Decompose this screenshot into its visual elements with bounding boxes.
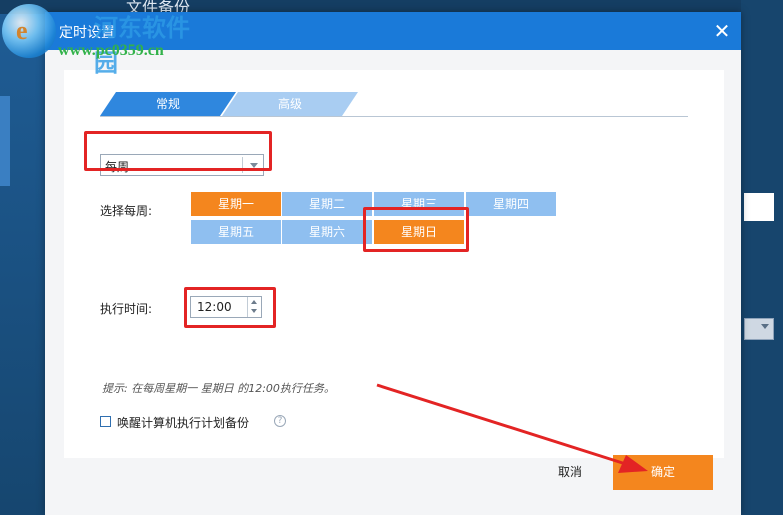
wake-computer-checkbox[interactable] [100, 416, 111, 427]
tab-general[interactable]: 常规 [100, 92, 236, 116]
background-input-box [744, 193, 774, 221]
close-icon[interactable]: ✕ [711, 20, 733, 42]
background-dropdown [744, 318, 774, 340]
help-icon[interactable]: ? [274, 415, 286, 427]
schedule-settings-dialog: 定时设置 ✕ 常规 高级 每周 选择每周: 星期一 星期二 星期三 星期四 星期… [45, 12, 741, 515]
frequency-select[interactable]: 每周 [100, 154, 264, 176]
time-label: 执行时间: [100, 302, 153, 316]
chevron-down-icon[interactable] [250, 163, 258, 168]
time-spinner [247, 297, 261, 317]
chevron-down-icon [761, 324, 769, 329]
wake-computer-label[interactable]: 唤醒计算机执行计划备份 [117, 414, 249, 431]
tab-underline [100, 116, 688, 117]
chevron-down-icon[interactable] [251, 309, 257, 313]
weekday-label: 选择每周: [100, 204, 153, 218]
dialog-content: 常规 高级 每周 选择每周: 星期一 星期二 星期三 星期四 星期五 星期六 星… [64, 70, 724, 458]
hint-text: 提示: 在每周星期一 星期日 的12:00执行任务。 [102, 382, 335, 395]
weekday-wednesday[interactable]: 星期三 [374, 192, 464, 216]
tab-bar: 常规 高级 [64, 70, 724, 117]
weekday-thursday[interactable]: 星期四 [466, 192, 556, 216]
cancel-button[interactable]: 取消 [558, 463, 588, 479]
weekday-tuesday[interactable]: 星期二 [282, 192, 372, 216]
time-stepper[interactable]: 12:00 [190, 296, 262, 318]
dialog-header: 定时设置 ✕ [45, 12, 741, 50]
dialog-title: 定时设置 [59, 25, 115, 41]
weekday-monday[interactable]: 星期一 [191, 192, 281, 216]
frequency-select-value: 每周 [105, 160, 130, 174]
select-divider [242, 157, 243, 173]
weekday-saturday[interactable]: 星期六 [282, 220, 372, 244]
ok-button[interactable]: 确定 [613, 455, 713, 490]
chevron-up-icon[interactable] [251, 300, 257, 304]
time-value[interactable]: 12:00 [197, 300, 232, 314]
background-right-panel [741, 0, 783, 515]
weekday-friday[interactable]: 星期五 [191, 220, 281, 244]
tab-advanced[interactable]: 高级 [222, 92, 358, 116]
weekday-sunday[interactable]: 星期日 [374, 220, 464, 244]
background-left-strip [0, 96, 10, 186]
